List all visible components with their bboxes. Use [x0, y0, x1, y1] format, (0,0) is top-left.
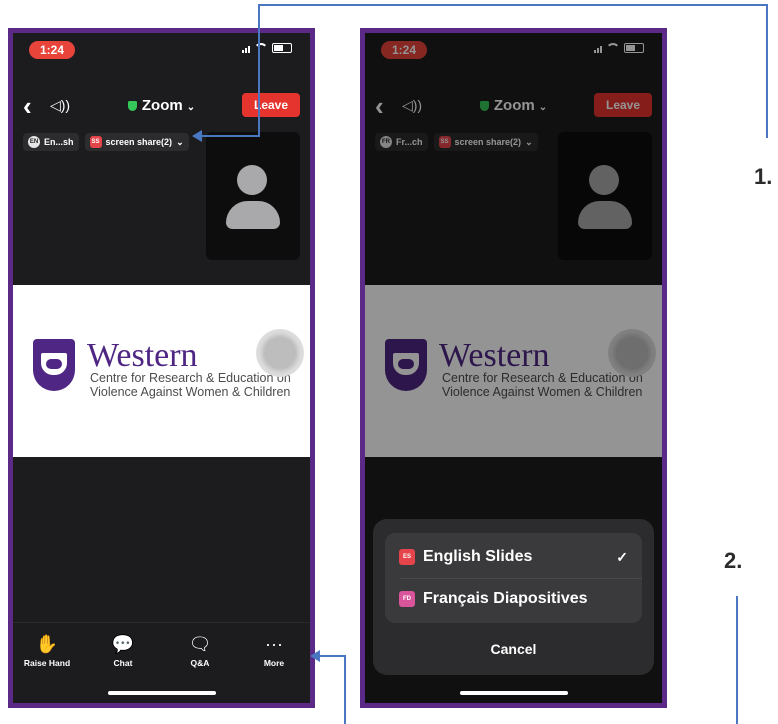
option-badge: FD [399, 591, 415, 607]
language-label: En...sh [44, 137, 74, 147]
arrow-head-icon [310, 650, 320, 662]
step-2-label: 2. [724, 548, 743, 573]
status-bar: 1:24 [13, 33, 310, 69]
option-label: English Slides [423, 548, 533, 565]
qa-icon: 🗨 [188, 634, 212, 654]
screen-share-chip[interactable]: SS screen share(2) ⌄ [84, 133, 189, 151]
chevron-down-icon: ⌄ [186, 102, 196, 113]
qa-button[interactable]: 🗨 Q&A [170, 633, 230, 668]
time-pill: 1:24 [29, 41, 75, 59]
home-indicator [107, 691, 216, 695]
signal-icon [242, 43, 250, 53]
wifi-icon [254, 43, 268, 53]
connector-line [766, 4, 768, 138]
system-icons [242, 43, 292, 53]
step-1-label: 1. [754, 164, 773, 189]
share-chips: EN En...sh SS screen share(2) ⌄ [23, 133, 189, 151]
connector-line [258, 4, 260, 136]
more-label: More [263, 658, 285, 668]
leave-button[interactable]: Leave [242, 93, 300, 117]
battery-icon [272, 43, 292, 53]
more-button[interactable]: ··· More [244, 633, 304, 668]
chevron-down-icon: ⌄ [176, 136, 184, 147]
cancel-button[interactable]: Cancel [373, 641, 654, 657]
share-options: ES English Slides ✓ FD Français Diaposit… [385, 533, 642, 623]
connector-line [736, 596, 738, 724]
avatar-icon [237, 165, 267, 195]
chat-icon: 💬 [111, 634, 135, 654]
chat-button[interactable]: 💬 Chat [93, 633, 153, 668]
screen-share-badge: SS [89, 136, 102, 148]
home-indicator [459, 691, 568, 695]
meeting-toolbar: ✋ Raise Hand 💬 Chat 🗨 Q&A ··· More [13, 622, 310, 703]
pointer-spot [256, 329, 304, 377]
zoom-screen-left: 1:24 ‹ ◁)) Zoom ⌄ Leave EN En...sh SS scr… [13, 33, 310, 703]
language-badge: EN [28, 136, 40, 148]
slide-subtitle-line1: Centre for Research & Education on [90, 371, 291, 385]
connector-line [258, 4, 768, 6]
shield-icon [127, 101, 137, 112]
option-francais-diapositives[interactable]: FD Français Diapositives [399, 581, 628, 617]
connector-line [344, 655, 346, 724]
more-icon: ··· [265, 634, 283, 654]
participant-thumbnail[interactable] [206, 132, 300, 260]
phone-right: 1:24 ‹ ◁)) Zoom ⌄ Leave FR Fr...ch SS scr… [360, 28, 667, 708]
screen-share-label: screen share(2) [105, 137, 173, 147]
zoom-screen-right: 1:24 ‹ ◁)) Zoom ⌄ Leave FR Fr...ch SS scr… [365, 33, 662, 703]
western-crest-logo [33, 339, 75, 391]
hand-icon: ✋ [35, 634, 59, 654]
checkmark-icon: ✓ [616, 548, 628, 565]
option-english-slides[interactable]: ES English Slides ✓ [399, 539, 628, 575]
raise-hand-button[interactable]: ✋ Raise Hand [17, 633, 77, 668]
slide-subtitle-line2: Violence Against Women & Children [90, 385, 291, 399]
qa-label: Q&A [190, 658, 210, 668]
option-label: Français Diapositives [423, 590, 588, 607]
meeting-topbar: ‹ ◁)) Zoom ⌄ Leave [13, 91, 310, 121]
language-chip[interactable]: EN En...sh [23, 133, 79, 151]
option-badge: ES [399, 549, 415, 565]
meeting-title-label: Zoom [141, 97, 183, 114]
shared-slide: Western Centre for Research & Education … [13, 285, 310, 457]
connector-line [318, 655, 346, 657]
raise-hand-label: Raise Hand [23, 658, 71, 668]
chat-label: Chat [113, 658, 133, 668]
arrow-head-icon [192, 130, 202, 142]
option-divider [399, 578, 642, 579]
avatar-body [226, 201, 280, 229]
phone-left: 1:24 ‹ ◁)) Zoom ⌄ Leave EN En...sh SS scr… [8, 28, 315, 708]
slide-brand: Western [87, 337, 198, 374]
share-selector-sheet: ES English Slides ✓ FD Français Diaposit… [373, 519, 654, 675]
connector-line [200, 135, 260, 137]
